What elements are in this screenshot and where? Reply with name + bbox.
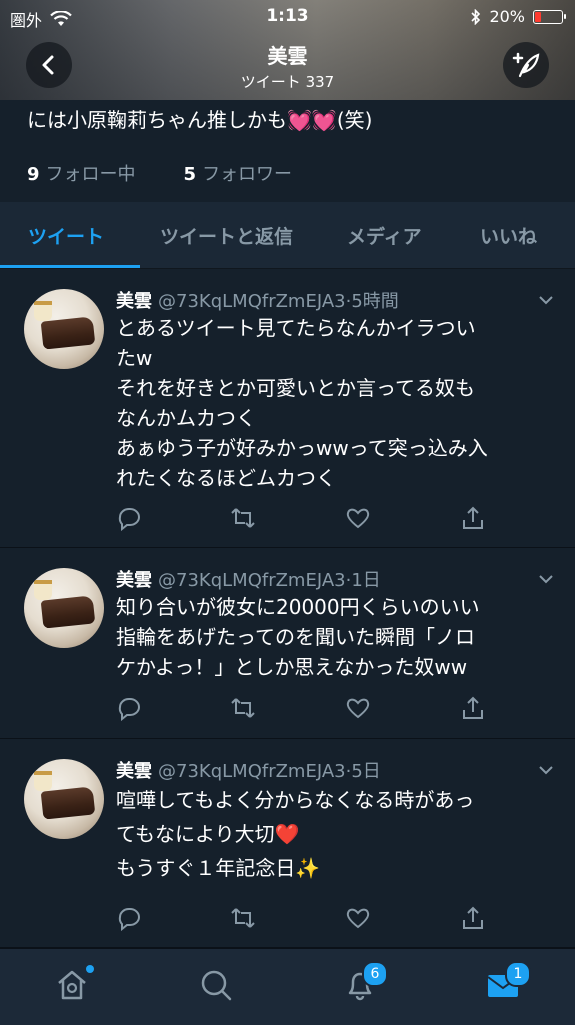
active-tab-indicator [0, 265, 140, 268]
tweet-line: もうすぐ１年記念日✨ [116, 856, 321, 880]
tweet-time: 1日 [351, 570, 381, 591]
tweet-text: 知り合いが彼女に20000円くらいのいい 指輪をあげたってのを聞いた瞬間「ノロ … [116, 592, 556, 682]
reply-icon[interactable] [116, 695, 142, 721]
tweet-line: 知り合いが彼女に20000円くらいのいい [116, 595, 480, 619]
tweet-time: 5時間 [351, 291, 399, 312]
tweet-line: れたくなるほどムカつく [116, 466, 336, 490]
followers-label: フォロワー [202, 164, 293, 185]
profile-name: 美雲 [267, 44, 308, 68]
profile-bio: には小原鞠莉ちゃん推しかも💓💓(笑) [27, 104, 372, 133]
tab-notifications[interactable]: 6 [342, 961, 388, 1003]
retweet-icon[interactable] [230, 905, 256, 931]
tweet-line: ケかよっ！」としか思えなかった奴ww [116, 655, 468, 679]
tweet-item[interactable]: 美雲 @73KqLMQfrZmEJA3·1日 知り合いが彼女に20000円くらいの… [0, 548, 575, 739]
tweet-line: 喧嘩してもよく分からなくなる時があっ [116, 788, 475, 812]
like-icon[interactable] [345, 695, 371, 721]
battery-icon [533, 9, 566, 24]
home-new-dot [86, 965, 94, 973]
tweet-actions [0, 695, 575, 725]
search-icon [201, 970, 232, 1001]
reply-icon[interactable] [116, 905, 142, 931]
messages-badge: 1 [505, 961, 531, 987]
chevron-down-icon[interactable] [537, 570, 555, 588]
bio-text: には小原鞠莉ちゃん推しかも [27, 108, 287, 132]
chevron-down-icon[interactable] [537, 291, 555, 309]
tab-messages[interactable]: 1 [485, 961, 531, 1003]
tweet-text: とあるツイート見てたらなんかイラつい たw それを好きとか可愛いとか言ってる奴も… [116, 313, 556, 493]
tweet-header: 美雲 @73KqLMQfrZmEJA3·5日 [116, 761, 381, 782]
tweet-text: 喧嘩してもよく分からなくなる時があっ てもなにより大切❤️ もうすぐ１年記念日✨ [116, 783, 556, 885]
tweet-header: 美雲 @73KqLMQfrZmEJA3·1日 [116, 570, 381, 591]
battery-percent: 20% [489, 7, 525, 26]
tweet-author-name: 美雲 [116, 570, 152, 591]
followers-count: 5 [183, 164, 197, 185]
tweet-line: なんかムカつく [116, 406, 256, 430]
home-icon [58, 970, 86, 1000]
avatar[interactable] [24, 289, 104, 369]
avatar[interactable] [24, 568, 104, 648]
retweet-icon[interactable] [230, 695, 256, 721]
following-count: 9 [27, 164, 40, 185]
follow-stats: 9 フォロー中 5 フォロワー [27, 160, 292, 186]
tweet-author-name: 美雲 [116, 761, 152, 782]
tweet-handle: @73KqLMQfrZmEJA3 [158, 761, 346, 782]
chevron-down-icon[interactable] [537, 761, 555, 779]
avatar[interactable] [24, 759, 104, 839]
tweet-count: ツイート 337 [240, 73, 335, 91]
share-icon[interactable] [460, 905, 486, 931]
tweet-line: とあるツイート見てたらなんかイラつい [116, 316, 476, 340]
tweet-time: 5日 [351, 761, 381, 782]
retweet-icon[interactable] [230, 505, 256, 531]
bio-suffix: (笑) [336, 108, 373, 132]
share-icon[interactable] [460, 505, 486, 531]
bottom-tab-bar: 6 1 [0, 948, 575, 1025]
like-icon[interactable] [345, 505, 371, 531]
compose-tweet-button[interactable] [503, 42, 549, 88]
share-icon[interactable] [460, 695, 486, 721]
tab-likes[interactable]: いいね [480, 222, 537, 249]
status-bar: 圏外 1:13 20% [0, 0, 575, 34]
tweet-line: それを好きとか可愛いとか言ってる奴も [116, 376, 475, 400]
tweet-header: 美雲 @73KqLMQfrZmEJA3·5時間 [116, 291, 399, 312]
tab-search[interactable] [198, 967, 234, 1003]
profile-tabs: ツイート ツイートと返信 メディア いいね [0, 202, 575, 269]
tweet-handle: @73KqLMQfrZmEJA3 [158, 291, 346, 312]
tweet-actions [0, 905, 575, 935]
bio-emoji: 💓💓 [287, 108, 337, 132]
tab-home[interactable] [54, 965, 94, 1003]
tweet-item[interactable]: 美雲 @73KqLMQfrZmEJA3·5日 喧嘩してもよく分からなくなる時があっ… [0, 739, 575, 948]
nav-title: 美雲 ツイート 337 [0, 40, 575, 92]
tweet-line: 指輪をあげたってのを聞いた瞬間「ノロ [116, 625, 475, 649]
tab-media[interactable]: メディア [347, 222, 422, 249]
tweet-author-name: 美雲 [116, 291, 152, 312]
followers-link[interactable]: 5 フォロワー [184, 160, 293, 186]
reply-icon[interactable] [116, 505, 142, 531]
tweet-line: たw [116, 346, 153, 370]
notifications-badge: 6 [362, 961, 388, 987]
tab-tweets[interactable]: ツイート [28, 222, 104, 249]
tweet-actions [0, 505, 575, 535]
following-label: フォロー中 [45, 164, 136, 185]
tweet-line: てもなにより大切❤️ [116, 822, 300, 846]
tweet-handle: @73KqLMQfrZmEJA3 [158, 570, 346, 591]
bluetooth-icon [471, 8, 481, 25]
tweet-line: あぁゆう子が好みかっwwって突っ込み入 [116, 436, 488, 460]
like-icon[interactable] [345, 905, 371, 931]
tab-tweets-and-replies[interactable]: ツイートと返信 [160, 222, 293, 249]
compose-feather-icon [512, 52, 540, 78]
tweet-item[interactable]: 美雲 @73KqLMQfrZmEJA3·5時間 とあるツイート見てたらなんかイラつ… [0, 269, 575, 548]
battery-level [535, 11, 541, 22]
following-link[interactable]: 9 フォロー中 [27, 160, 136, 186]
